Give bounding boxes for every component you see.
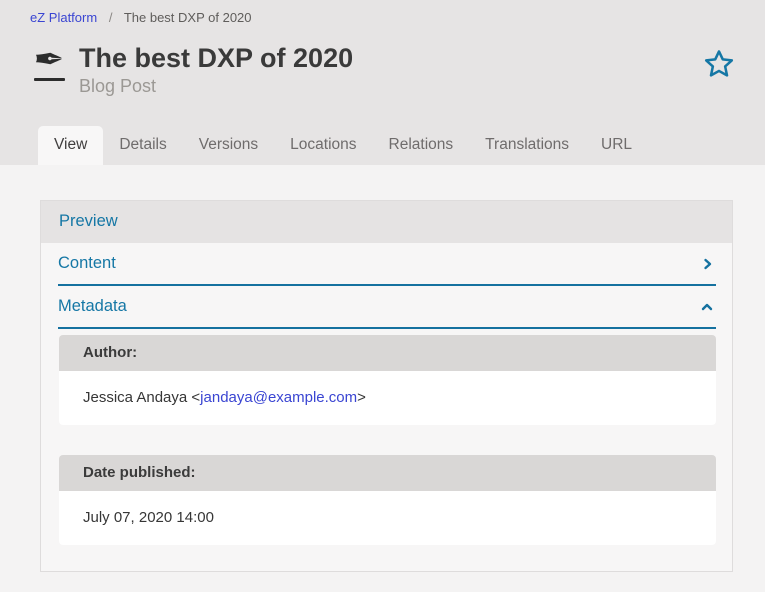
section-label-content: Content (58, 254, 116, 273)
title-row: ✒ The best DXP of 2020 Blog Post (0, 26, 765, 97)
field-author: Author: Jessica Andaya <jandaya@example.… (59, 335, 716, 425)
tab-versions[interactable]: Versions (183, 126, 274, 165)
section-label-metadata: Metadata (58, 297, 127, 316)
field-author-value: Jessica Andaya <jandaya@example.com> (59, 371, 716, 425)
tab-details[interactable]: Details (103, 126, 182, 165)
breadcrumb: eZ Platform / The best DXP of 2020 (0, 0, 765, 26)
date-text: July 07, 2020 14:00 (83, 509, 214, 526)
pen-glyph: ✒ (33, 43, 64, 77)
page-title: The best DXP of 2020 (79, 43, 353, 73)
field-date-label: Date published: (59, 455, 716, 491)
bookmark-star-button[interactable] (703, 48, 735, 80)
chevron-right-icon (701, 257, 714, 271)
header: eZ Platform / The best DXP of 2020 ✒ The… (0, 0, 765, 165)
pen-nib-icon: ✒ (26, 43, 72, 81)
preview-header: Preview (41, 201, 732, 243)
preview-panel: Preview Content Metadata Author: (40, 200, 733, 572)
author-email-link[interactable]: jandaya@example.com (200, 389, 357, 406)
field-label-text: Author: (83, 344, 137, 361)
metadata-section-body: Author: Jessica Andaya <jandaya@example.… (41, 329, 732, 545)
author-name-text: Jessica Andaya < (83, 389, 200, 406)
tab-locations[interactable]: Locations (274, 126, 372, 165)
section-toggle-metadata[interactable]: Metadata (58, 286, 716, 329)
tab-bar: View Details Versions Locations Relation… (38, 126, 648, 165)
field-author-label: Author: (59, 335, 716, 371)
title-group: The best DXP of 2020 Blog Post (79, 43, 353, 97)
star-icon (703, 48, 735, 80)
pen-underline (34, 78, 65, 81)
field-label-text: Date published: (83, 464, 196, 481)
main-content: Preview Content Metadata Author: (0, 165, 765, 572)
content-type-label: Blog Post (79, 76, 353, 97)
field-date-published: Date published: July 07, 2020 14:00 (59, 455, 716, 545)
author-suffix-text: > (357, 389, 366, 406)
content-view-page: eZ Platform / The best DXP of 2020 ✒ The… (0, 0, 765, 572)
breadcrumb-link-ez-platform[interactable]: eZ Platform (30, 10, 97, 25)
tab-relations[interactable]: Relations (373, 126, 470, 165)
breadcrumb-separator: / (109, 10, 113, 25)
preview-label: Preview (59, 212, 118, 230)
tab-url[interactable]: URL (585, 126, 648, 165)
section-toggle-content[interactable]: Content (58, 243, 716, 286)
field-date-value: July 07, 2020 14:00 (59, 491, 716, 545)
tab-translations[interactable]: Translations (469, 126, 585, 165)
chevron-up-icon (700, 301, 714, 313)
tab-view[interactable]: View (38, 126, 103, 165)
breadcrumb-current: The best DXP of 2020 (124, 10, 252, 25)
